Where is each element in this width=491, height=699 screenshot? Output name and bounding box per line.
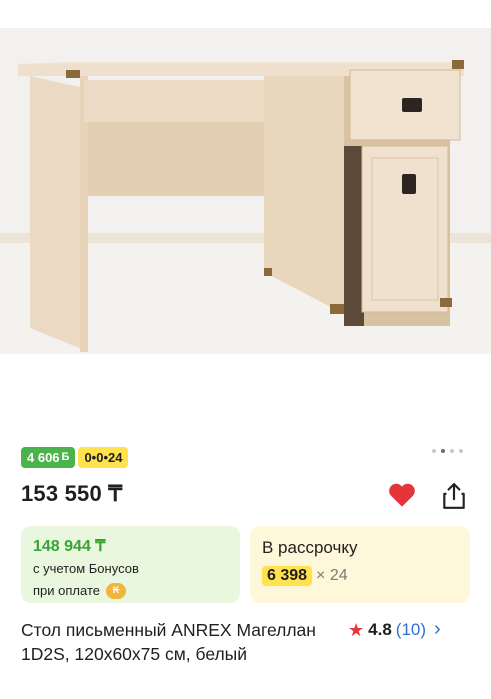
carousel-dots[interactable] [432, 449, 463, 453]
carousel-dot[interactable] [432, 449, 436, 453]
rating-score: 4.8 [368, 619, 392, 639]
carousel-dot[interactable] [459, 449, 463, 453]
product-image[interactable] [0, 28, 491, 354]
bonus-note-line1: с учетом Бонусов [33, 561, 139, 576]
star-icon: ★ [348, 619, 365, 640]
product-name: Стол письменный ANREX Магеллан 1D2S, 120… [21, 620, 316, 664]
bonus-badge: 4 606 Б [21, 447, 76, 468]
kaspi-coin-icon: ₭ [105, 582, 126, 599]
product-price: 153 550 ₸ [21, 481, 123, 506]
carousel-dot-active[interactable] [441, 449, 445, 453]
rating-count: (10) [395, 619, 427, 639]
installment-months: × 24 [316, 567, 348, 584]
bonus-price-card[interactable]: 148 944 ₸ с учетом Бонусов при оплате ₭ [21, 526, 240, 603]
installment-card[interactable]: В рассрочку 6 398 × 24 [250, 526, 470, 603]
bonus-price: 148 944 ₸ [33, 538, 106, 555]
installment-monthly: 6 398 [262, 566, 313, 586]
bonus-note-line2-row: при оплате ₭ [33, 581, 228, 600]
share-icon[interactable] [441, 482, 467, 510]
promo-badges: 4 606 Б 0•0•24 [21, 447, 129, 468]
favorite-heart-icon[interactable] [388, 482, 416, 508]
installment-row: 6 398 × 24 [262, 566, 458, 586]
carousel-dot[interactable] [450, 449, 454, 453]
rating-link[interactable]: ★ 4.8 (10) › [348, 618, 441, 641]
bonus-currency-icon: Б [61, 451, 70, 463]
bonus-note-line2: при оплате [33, 583, 100, 598]
installment-title: В рассрочку [262, 538, 358, 557]
chevron-right-icon: › [434, 618, 441, 640]
installment-badge: 0•0•24 [78, 447, 129, 468]
bonus-badge-value: 4 606 [27, 450, 60, 465]
